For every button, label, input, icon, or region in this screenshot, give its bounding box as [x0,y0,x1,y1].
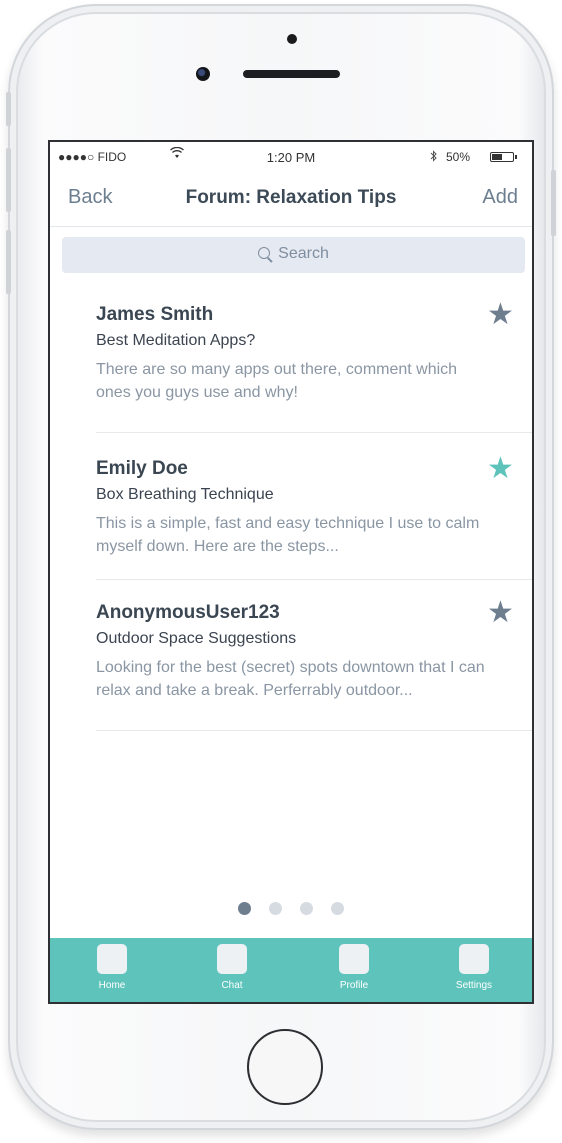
search-placeholder-row: Search [62,245,525,263]
battery-cap [515,155,517,159]
home-button[interactable] [247,1029,323,1105]
tab-settings[interactable]: Settings [434,944,514,991]
power-button [551,170,556,236]
post-title: Outdoor Space Suggestions [96,630,297,647]
nav-divider [50,226,532,227]
tab-chat[interactable]: Chat [192,944,272,991]
volume-up-button [6,148,11,212]
volume-down-button [6,230,11,294]
star-icon[interactable]: ★ [487,598,514,628]
star-icon[interactable]: ★ [487,454,514,484]
page-indicator [50,902,532,920]
phone-screen: ●●●●○ FIDO 1:20 PM 50% Back Forum: Relax… [48,140,534,1004]
bluetooth-icon [430,150,438,165]
list-divider [96,730,532,731]
front-camera [196,67,210,81]
page-dot[interactable] [300,902,313,915]
post-excerpt: This is a simple, fast and easy techniqu… [96,515,480,555]
list-divider [96,432,532,433]
tab-label: Profile [339,980,369,991]
tab-label: Settings [455,980,493,991]
list-item[interactable]: Emily Doe Box Breathing Technique This i… [50,454,532,578]
tab-label: Chat [221,980,243,991]
proximity-sensor [287,34,297,44]
post-title: Box Breathing Technique [96,486,274,503]
page-title: Forum: Relaxation Tips [185,187,397,208]
post-excerpt: There are so many apps out there, commen… [96,361,458,401]
profile-icon [339,944,369,974]
navigation-bar: Back Forum: Relaxation Tips Add [50,174,532,226]
add-button[interactable]: Add [482,186,518,209]
search-icon [258,247,271,259]
mute-switch [6,92,11,126]
page-dot[interactable] [269,902,282,915]
tab-bar: Home Chat Profile Settings [50,938,532,1002]
earpiece-speaker [243,70,340,78]
page-dot[interactable] [238,902,251,915]
status-bar: ●●●●○ FIDO 1:20 PM 50% [50,142,532,172]
tab-label: Home [98,980,126,991]
post-author: Emily Doe [96,458,188,479]
tab-home[interactable]: Home [72,944,152,991]
search-placeholder: Search [278,245,329,262]
page-dot[interactable] [331,902,344,915]
list-item[interactable]: AnonymousUser123 Outdoor Space Suggestio… [50,598,532,732]
home-icon [97,944,127,974]
post-author: AnonymousUser123 [96,602,280,623]
star-icon[interactable]: ★ [487,300,514,330]
post-excerpt: Looking for the best (secret) spots down… [96,659,485,699]
search-input[interactable]: Search [62,237,525,273]
chat-icon [217,944,247,974]
settings-icon [459,944,489,974]
list-divider [96,579,532,580]
battery-icon [490,152,514,162]
post-author: James Smith [96,304,214,325]
post-title: Best Meditation Apps? [96,332,256,349]
tab-profile[interactable]: Profile [314,944,394,991]
battery-percent: 50% [446,150,471,164]
list-item[interactable]: James Smith Best Meditation Apps? There … [50,300,532,424]
